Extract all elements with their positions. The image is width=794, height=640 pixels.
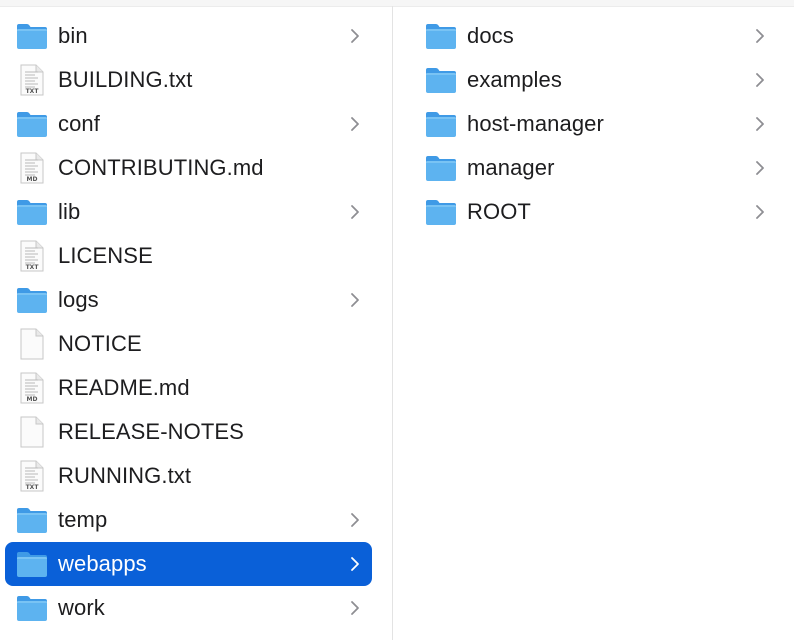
item-label: manager	[467, 155, 555, 180]
folder-icon	[425, 64, 457, 96]
markdown-document-icon: MD	[16, 372, 48, 404]
text-document-icon: TXT	[16, 64, 48, 96]
folder-icon	[425, 152, 457, 184]
text-document-icon: TXT	[16, 240, 48, 272]
chevron-right-icon	[755, 204, 765, 220]
folder-icon	[425, 196, 457, 228]
file-item[interactable]: NOTICE	[5, 322, 372, 366]
folder-item[interactable]: webapps	[5, 542, 372, 586]
chevron-right-icon	[350, 28, 360, 44]
svg-text:TXT: TXT	[26, 484, 40, 491]
folder-icon	[16, 108, 48, 140]
chevron-right-icon	[755, 116, 765, 132]
item-label: examples	[467, 67, 562, 92]
folder-item[interactable]: lib	[5, 190, 372, 234]
column-1[interactable]: bin TXT BUILDING.txt conf MD CONTRIBUTING.md l…	[0, 14, 392, 640]
blank-document-icon	[16, 328, 48, 360]
item-label: BUILDING.txt	[58, 67, 193, 92]
svg-text:TXT: TXT	[26, 88, 40, 95]
markdown-document-icon: MD	[16, 152, 48, 184]
item-label: LICENSE	[58, 243, 153, 268]
finder-column-view: bin TXT BUILDING.txt conf MD CONTRIBUTING.md l…	[0, 0, 794, 640]
file-item[interactable]: TXT RUNNING.txt	[5, 454, 372, 498]
folder-icon	[425, 108, 457, 140]
folder-item[interactable]: host-manager	[403, 102, 783, 146]
file-item[interactable]: TXT LICENSE	[5, 234, 372, 278]
item-label: temp	[58, 507, 108, 532]
folder-item[interactable]: docs	[403, 14, 783, 58]
column-2[interactable]: docs examples host-manager manager ROOT	[393, 14, 794, 640]
folder-icon	[16, 196, 48, 228]
folder-item[interactable]: examples	[403, 58, 783, 102]
item-label: docs	[467, 23, 514, 48]
item-label: RELEASE-NOTES	[58, 419, 244, 444]
chevron-right-icon	[350, 204, 360, 220]
folder-item[interactable]: ROOT	[403, 190, 783, 234]
folder-icon	[16, 20, 48, 52]
item-label: lib	[58, 199, 81, 224]
folder-icon	[16, 284, 48, 316]
blank-document-icon	[16, 416, 48, 448]
file-item[interactable]: TXT BUILDING.txt	[5, 58, 372, 102]
folder-item[interactable]: conf	[5, 102, 372, 146]
chevron-right-icon	[755, 28, 765, 44]
folder-icon	[425, 20, 457, 52]
folder-icon	[16, 592, 48, 624]
item-label: RUNNING.txt	[58, 463, 192, 488]
svg-text:MD: MD	[27, 396, 38, 403]
chevron-right-icon	[755, 72, 765, 88]
chevron-right-icon	[350, 600, 360, 616]
file-item[interactable]: MD CONTRIBUTING.md	[5, 146, 372, 190]
item-label: logs	[58, 287, 99, 312]
item-label: CONTRIBUTING.md	[58, 155, 264, 180]
item-label: work	[58, 595, 105, 620]
item-label: host-manager	[467, 111, 604, 136]
folder-item[interactable]: bin	[5, 14, 372, 58]
folder-item[interactable]: logs	[5, 278, 372, 322]
folder-item[interactable]: work	[5, 586, 372, 630]
chevron-right-icon	[350, 512, 360, 528]
item-label: bin	[58, 23, 88, 48]
item-label: ROOT	[467, 199, 531, 224]
svg-text:MD: MD	[27, 176, 38, 183]
item-label: README.md	[58, 375, 190, 400]
folder-icon	[16, 504, 48, 536]
chevron-right-icon	[350, 292, 360, 308]
chevron-right-icon	[755, 160, 765, 176]
svg-text:TXT: TXT	[26, 264, 40, 271]
text-document-icon: TXT	[16, 460, 48, 492]
chevron-right-icon	[350, 116, 360, 132]
folder-icon	[16, 548, 48, 580]
file-item[interactable]: MD README.md	[5, 366, 372, 410]
chevron-right-icon	[350, 556, 360, 572]
item-label: NOTICE	[58, 331, 142, 356]
item-label: conf	[58, 111, 100, 136]
file-item[interactable]: RELEASE-NOTES	[5, 410, 372, 454]
folder-item[interactable]: temp	[5, 498, 372, 542]
item-label: webapps	[58, 551, 147, 576]
folder-item[interactable]: manager	[403, 146, 783, 190]
window-top-edge	[0, 0, 794, 7]
